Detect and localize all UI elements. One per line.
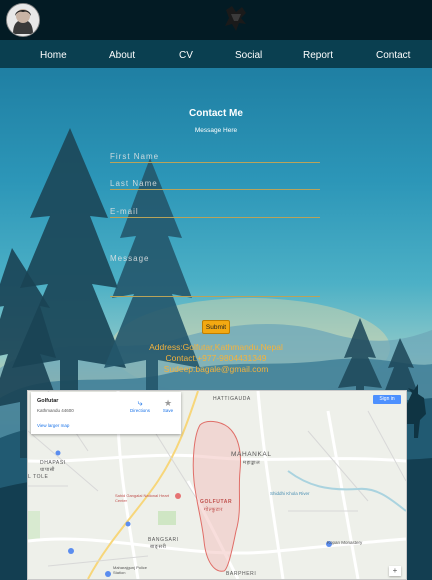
map-label-l-tole: L TOLE	[28, 474, 49, 480]
directions-icon: ⤷	[137, 398, 143, 408]
save-button[interactable]: ★ Save	[155, 398, 181, 413]
map-zoom-in-button[interactable]: +	[389, 566, 401, 576]
nav-social[interactable]: Social	[235, 50, 262, 61]
directions-button[interactable]: ⤷ Directions	[127, 398, 153, 413]
nav-report[interactable]: Report	[303, 50, 333, 61]
page: Home About CV Social Report Contact Cont…	[0, 0, 432, 580]
map-label-river: Shiddhi Khola River	[270, 491, 310, 496]
map-label-dhapasi: DHAPASI	[40, 460, 66, 466]
nav-home[interactable]: Home	[40, 50, 67, 61]
map-label-mahankal-np: महाङ्काल	[243, 460, 261, 466]
submit-button[interactable]: Submit	[202, 320, 230, 334]
place-address: Kathmandu 44600	[37, 408, 74, 413]
map-place-card: Golfutar Kathmandu 44600 View larger map…	[31, 392, 181, 434]
first-name-input[interactable]	[110, 150, 320, 163]
map-label-bangsari-np: बाङ्सरी	[150, 544, 167, 550]
map-sign-in-button[interactable]: Sign in	[373, 395, 401, 404]
contact-title: Contact Me	[189, 108, 243, 119]
star-icon: ★	[163, 398, 173, 408]
last-name-input[interactable]	[110, 177, 320, 190]
nav-about[interactable]: About	[109, 50, 135, 61]
map-label-police: Maharajgunj Police Station	[113, 565, 148, 575]
nav-contact[interactable]: Contact	[376, 50, 410, 61]
map-label-kopan: Kopan Monastery	[327, 540, 363, 545]
map-label-barpheri: BARPHERI	[226, 571, 257, 577]
view-larger-map-link[interactable]: View larger map	[37, 423, 69, 428]
avatar[interactable]	[6, 3, 40, 37]
address-text: Address:Golfutar,Kathmandu,Nepal	[149, 342, 283, 352]
map-label-mahankal: MAHANKAL	[231, 451, 272, 458]
logo-icon	[222, 4, 250, 34]
map-label-golfutar: GOLFUTAR	[200, 499, 233, 505]
map-label-dhapasi-np: धापासी	[40, 467, 55, 473]
map-label-hattigauda: HATTIGAUDA	[213, 396, 251, 402]
main-nav: Home About CV Social Report Contact	[0, 40, 432, 68]
map-label-golfutar-np: गोल्फुटार	[204, 507, 223, 513]
message-textarea[interactable]	[110, 254, 320, 297]
email-text: Sudeep.bagale@gmail.com	[163, 364, 269, 374]
place-name: Golfutar	[37, 398, 59, 404]
phone-text: Contact:+977-9804431349	[165, 353, 267, 363]
top-bar	[0, 0, 432, 40]
contact-subtitle: Message Here	[194, 127, 238, 134]
map-label-heart-center: Sahid Gangalal National Heart Center	[115, 493, 170, 503]
nav-cv[interactable]: CV	[179, 50, 193, 61]
email-input[interactable]	[110, 205, 320, 218]
map-label-bangsari: BANGSARI	[148, 537, 179, 543]
